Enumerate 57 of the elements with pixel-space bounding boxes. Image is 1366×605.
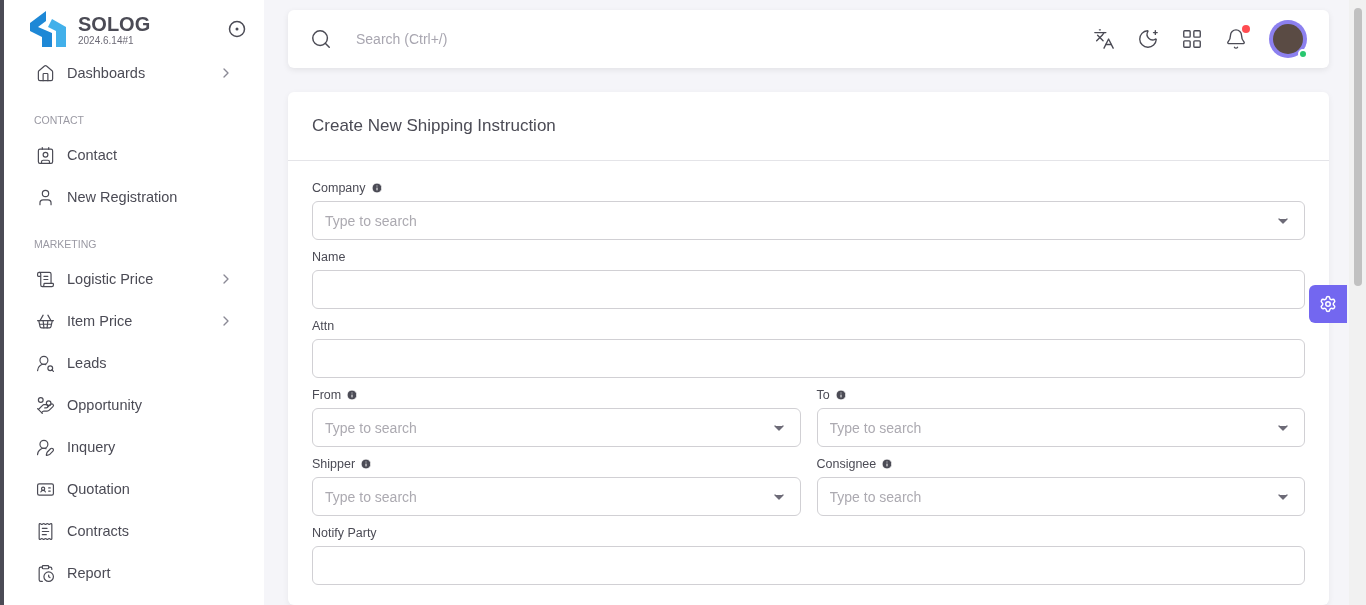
field-label: Name — [312, 250, 346, 264]
field-label: To — [816, 388, 830, 402]
info-icon — [834, 389, 847, 401]
info-icon — [360, 458, 373, 470]
select-field[interactable]: Type to search — [312, 201, 1305, 240]
menu-item-icon — [36, 187, 55, 207]
logo-icon — [28, 9, 68, 49]
field-label: Company — [312, 181, 366, 195]
card-title: Create New Shipping Instruction — [288, 92, 1329, 161]
menu-item-icon — [36, 145, 55, 165]
select-field[interactable]: Type to search — [312, 408, 801, 447]
nav-item[interactable]: Quotation — [4, 468, 264, 510]
nav-item[interactable]: Opportunity — [4, 384, 264, 426]
scrollbar[interactable] — [1349, 0, 1366, 605]
field-label: From — [312, 388, 342, 402]
gear-icon — [1319, 295, 1337, 313]
menu-item-icon — [36, 437, 55, 457]
nav-item[interactable]: Contact — [4, 134, 264, 176]
menu-item-icon — [36, 269, 55, 289]
menu-item-icon — [36, 563, 55, 583]
nav-item[interactable]: Item Price — [4, 300, 264, 342]
nav-item[interactable]: Dashboards — [4, 52, 264, 94]
moon-icon[interactable] — [1137, 28, 1159, 50]
field-label: Consignee — [816, 457, 877, 471]
menu-item-icon — [36, 353, 55, 373]
search-icon — [310, 28, 332, 50]
info-icon — [881, 458, 894, 470]
notification-icon[interactable] — [1225, 28, 1247, 50]
brand-name: SOLOG — [78, 12, 152, 35]
field-label: Shipper — [312, 457, 356, 471]
nav-item[interactable]: New Registration — [4, 176, 264, 218]
select-field[interactable]: Type to search — [816, 408, 1305, 447]
grid-icon[interactable] — [1181, 28, 1203, 50]
field-label: Attn — [312, 319, 335, 333]
translate-icon[interactable] — [1093, 28, 1115, 50]
info-icon — [346, 389, 359, 401]
nav-item[interactable]: Leads — [4, 342, 264, 384]
user-avatar[interactable] — [1269, 20, 1307, 58]
section-header: MARKETING — [33, 237, 98, 252]
input-field[interactable] — [312, 339, 1305, 378]
nav-item[interactable]: Inquery — [4, 426, 264, 468]
menu-item-icon — [36, 395, 55, 415]
select-field[interactable]: Type to search — [312, 477, 801, 516]
nav-item[interactable]: Logistic Price — [4, 258, 264, 300]
version-text: 2024.6.14#1 — [78, 34, 135, 46]
section-header: CONTACT — [33, 113, 85, 128]
input-field[interactable] — [312, 270, 1305, 309]
info-icon — [370, 182, 383, 194]
nav-item[interactable]: Report — [4, 552, 264, 594]
menu-item-icon — [36, 521, 55, 541]
settings-button[interactable] — [1309, 285, 1347, 323]
nav-item[interactable]: Contracts — [4, 510, 264, 552]
collapse-toggle-icon[interactable] — [228, 20, 246, 38]
field-label: Notify Party — [312, 526, 377, 540]
select-field[interactable]: Type to search — [816, 477, 1305, 516]
menu-item-icon — [36, 63, 55, 83]
input-field[interactable] — [312, 546, 1305, 585]
